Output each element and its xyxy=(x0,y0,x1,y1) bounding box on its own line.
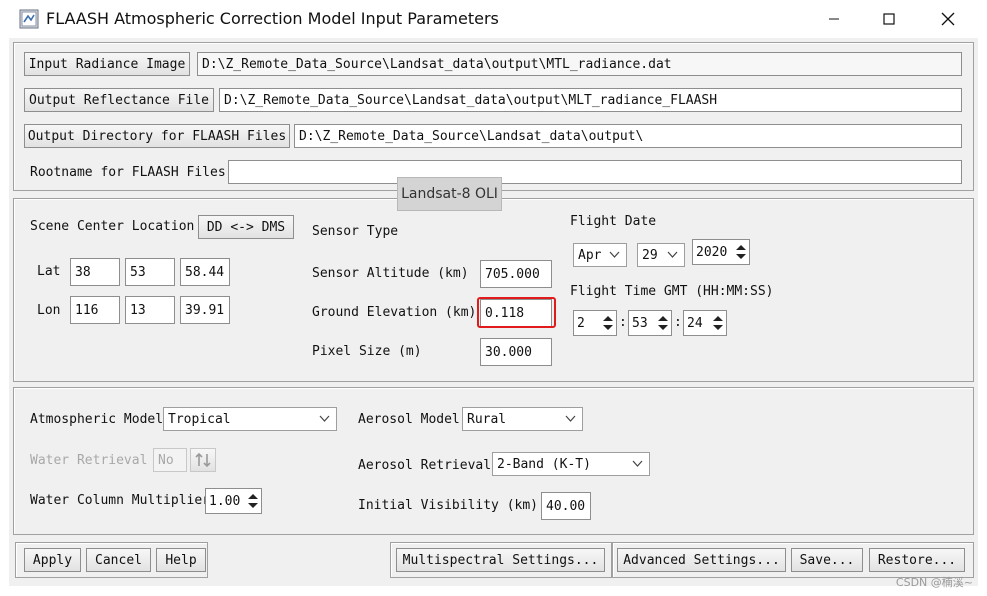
minute-value: 53 xyxy=(632,315,648,331)
pixel-size-label: Pixel Size (m) xyxy=(312,344,422,359)
chevron-down-icon xyxy=(319,415,330,422)
spinner-arrows-icon[interactable] xyxy=(247,492,259,510)
output-directory-button[interactable]: Output Directory for FLAASH Files xyxy=(24,124,290,148)
sensor-type-button[interactable]: Landsat-8 OLI xyxy=(397,177,502,211)
close-button[interactable] xyxy=(925,5,971,33)
aerosol-retrieval-label: Aerosol Retrieval xyxy=(358,458,492,473)
aerosol-model-value: Rural xyxy=(467,411,507,427)
flight-date-label: Flight Date xyxy=(570,214,657,229)
year-value: 2020 xyxy=(696,244,728,260)
lon-seconds-field[interactable]: 39.91 xyxy=(180,296,230,324)
day-select[interactable]: 29 xyxy=(637,243,685,267)
ground-elevation-label: Ground Elevation (km) xyxy=(312,305,477,320)
spinner-arrows-icon[interactable] xyxy=(602,314,614,332)
dd-dms-button[interactable]: DD <-> DMS xyxy=(198,215,294,239)
lon-degrees-field[interactable]: 116 xyxy=(70,296,120,324)
output-directory-field[interactable]: D:\Z_Remote_Data_Source\Landsat_data\out… xyxy=(294,124,962,148)
minimize-icon xyxy=(829,18,839,20)
lon-minutes-field[interactable]: 13 xyxy=(125,296,175,324)
output-reflectance-button[interactable]: Output Reflectance File xyxy=(24,88,214,112)
window-title: FLAASH Atmospheric Correction Model Inpu… xyxy=(46,9,499,28)
atmospheric-model-select[interactable]: Tropical xyxy=(163,407,337,431)
second-spinner[interactable]: 24 xyxy=(683,310,727,336)
hour-value: 2 xyxy=(577,315,585,331)
cancel-button[interactable]: Cancel xyxy=(86,548,151,572)
water-column-value: 1.00 xyxy=(209,493,241,509)
aerosol-model-select[interactable]: Rural xyxy=(462,407,583,431)
multispectral-settings-button[interactable]: Multispectral Settings... xyxy=(396,548,605,572)
initial-visibility-field[interactable]: 40.00 xyxy=(541,492,591,520)
water-column-spinner[interactable]: 1.00 xyxy=(205,488,262,514)
lat-degrees-field[interactable]: 38 xyxy=(70,258,120,286)
initial-visibility-label: Initial Visibility (km) xyxy=(358,498,539,513)
pixel-size-field[interactable]: 30.000 xyxy=(480,338,552,366)
maximize-icon xyxy=(883,13,895,25)
input-radiance-button[interactable]: Input Radiance Image xyxy=(24,52,190,76)
spinner-arrows-icon[interactable] xyxy=(735,243,747,261)
day-value: 29 xyxy=(642,247,658,263)
atmospheric-model-label: Atmospheric Model xyxy=(30,412,164,427)
scene-center-label: Scene Center Location xyxy=(30,219,195,234)
watermark: CSDN @楠溪~ xyxy=(895,576,973,589)
sensor-altitude-label: Sensor Altitude (km) xyxy=(312,266,469,281)
hour-spinner[interactable]: 2 xyxy=(573,310,617,336)
water-retrieval-label: Water Retrieval xyxy=(30,453,148,468)
minimize-button[interactable] xyxy=(811,5,857,33)
water-column-label: Water Column Multiplier xyxy=(30,493,211,508)
spinner-arrows-icon[interactable] xyxy=(712,314,724,332)
chevron-down-icon xyxy=(632,460,643,467)
second-value: 24 xyxy=(687,315,703,331)
sensor-altitude-field[interactable]: 705.000 xyxy=(480,260,552,288)
toggle-arrows-icon xyxy=(195,453,211,467)
water-retrieval-toggle xyxy=(190,448,216,472)
atmospheric-model-value: Tropical xyxy=(168,411,231,427)
month-value: Apr xyxy=(578,247,602,263)
aerosol-retrieval-select[interactable]: 2-Band (K-T) xyxy=(492,452,650,476)
restore-button[interactable]: Restore... xyxy=(869,548,965,572)
minute-spinner[interactable]: 53 xyxy=(628,310,672,336)
maximize-button[interactable] xyxy=(866,5,912,33)
output-reflectance-field[interactable]: D:\Z_Remote_Data_Source\Landsat_data\out… xyxy=(219,88,962,112)
title-bar: FLAASH Atmospheric Correction Model Inpu… xyxy=(0,0,987,38)
lat-label: Lat xyxy=(37,264,61,279)
rootname-label: Rootname for FLAASH Files xyxy=(30,165,226,180)
spinner-arrows-icon[interactable] xyxy=(657,314,669,332)
advanced-settings-button[interactable]: Advanced Settings... xyxy=(617,548,786,572)
lat-minutes-field[interactable]: 53 xyxy=(125,258,175,286)
aerosol-model-label: Aerosol Model xyxy=(358,412,460,427)
help-button[interactable]: Help xyxy=(156,548,206,572)
input-radiance-field[interactable]: D:\Z_Remote_Data_Source\Landsat_data\out… xyxy=(197,52,962,76)
app-icon xyxy=(19,9,39,29)
chevron-down-icon xyxy=(609,251,620,258)
lat-seconds-field[interactable]: 58.44 xyxy=(180,258,230,286)
water-retrieval-value: No xyxy=(153,448,187,472)
flight-time-label: Flight Time GMT (HH:MM:SS) xyxy=(570,284,774,299)
save-button[interactable]: Save... xyxy=(791,548,863,572)
chevron-down-icon xyxy=(667,251,678,258)
time-separator: : xyxy=(674,315,682,330)
sensor-type-label: Sensor Type xyxy=(312,224,399,239)
lon-label: Lon xyxy=(37,303,61,318)
year-spinner[interactable]: 2020 xyxy=(692,239,750,265)
rootname-field[interactable] xyxy=(228,160,962,184)
close-icon xyxy=(941,12,955,26)
highlight-box xyxy=(477,297,556,328)
apply-button[interactable]: Apply xyxy=(24,548,81,572)
time-separator: : xyxy=(619,315,627,330)
chevron-down-icon xyxy=(565,415,576,422)
month-select[interactable]: Apr xyxy=(573,243,627,267)
aerosol-retrieval-value: 2-Band (K-T) xyxy=(497,456,591,472)
